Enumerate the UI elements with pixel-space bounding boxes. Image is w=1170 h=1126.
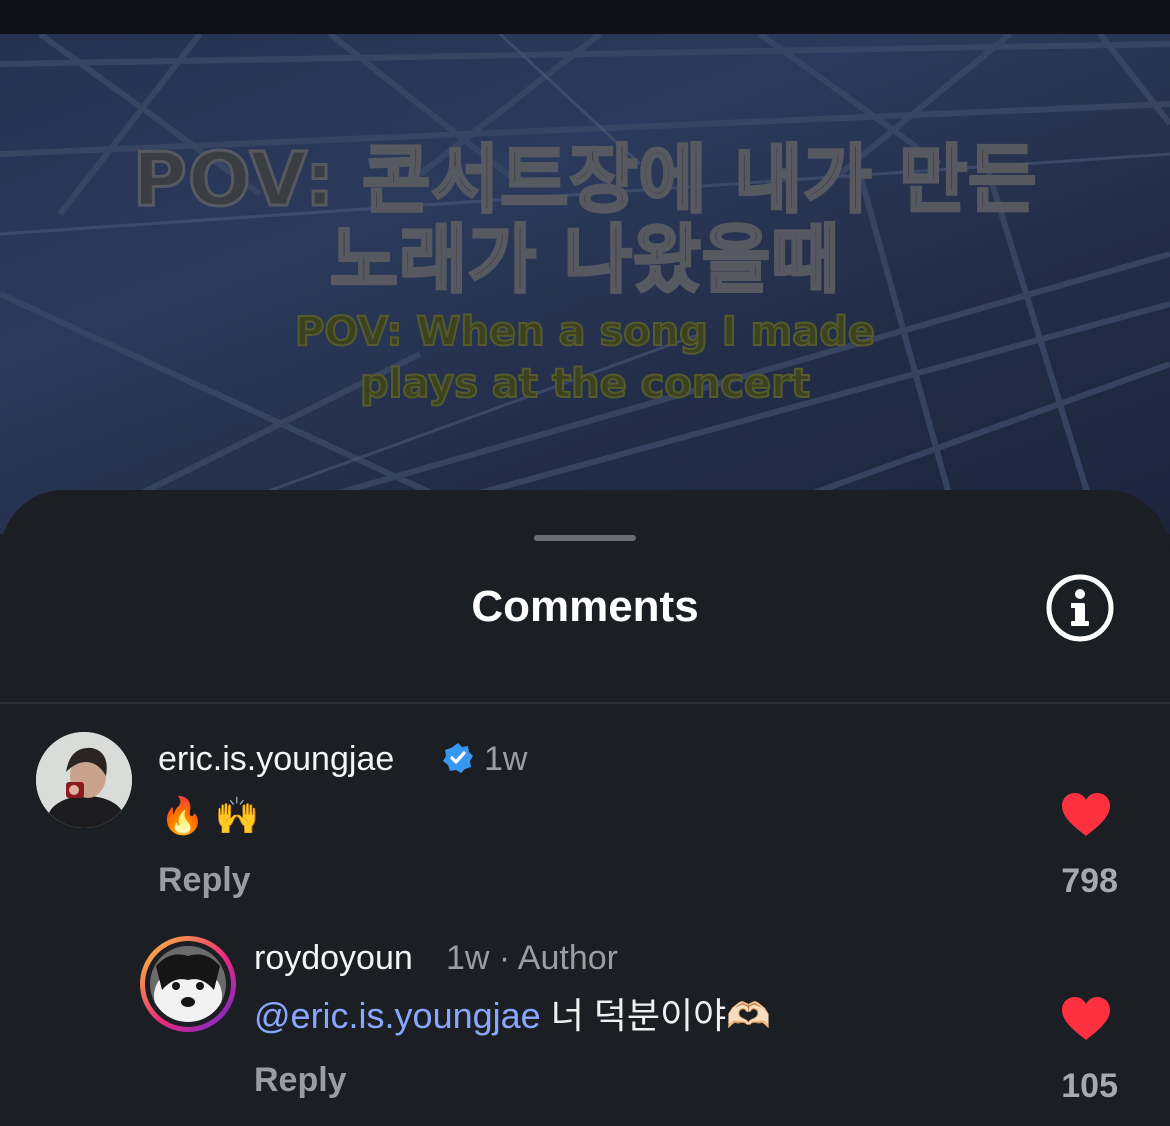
avatar <box>150 946 226 1022</box>
mention-link[interactable]: @eric.is.youngjae <box>254 995 541 1036</box>
heart-icon[interactable] <box>1060 996 1112 1042</box>
video-preview[interactable]: POV: 콘서트장에 내가 만든 노래가 나왔을때 POV: When a so… <box>0 34 1170 534</box>
sheet-title: Comments <box>471 582 699 631</box>
avatar[interactable] <box>36 732 132 828</box>
reply-button[interactable]: Reply <box>158 860 251 900</box>
info-icon[interactable] <box>1046 574 1114 642</box>
status-bar <box>0 0 1170 34</box>
reply-username[interactable]: roydoyoun <box>254 938 413 978</box>
heart-icon[interactable] <box>1060 792 1112 838</box>
header-divider <box>0 702 1170 704</box>
comment-username[interactable]: eric.is.youngjae <box>158 739 394 779</box>
comment-time: 1w <box>484 740 528 778</box>
reply-text: @eric.is.youngjae 너 덕분이야🫶🏻 <box>254 994 771 1038</box>
comment-text: 🔥 🙌 <box>160 795 260 836</box>
reply-text-body: 너 덕분이야🫶🏻 <box>540 995 772 1036</box>
like-count: 105 <box>1061 1067 1118 1105</box>
reply-meta: 1w · Author <box>446 939 618 977</box>
english-caption-line-1: POV: When a song I made <box>294 308 876 356</box>
avatar-story-ring[interactable] <box>140 936 236 1032</box>
english-caption-line-2: plays at the concert <box>359 360 811 408</box>
reply-button[interactable]: Reply <box>254 1060 347 1100</box>
korean-caption-line-1: POV: 콘서트장에 내가 만든 <box>131 137 1038 223</box>
comments-sheet: Comments eric.is.youngjae 1w 🔥 🙌 Reply 7… <box>0 490 1170 1126</box>
like-count: 798 <box>1061 862 1118 900</box>
korean-caption-line-2: 노래가 나왔을때 <box>328 217 841 303</box>
verified-badge-icon <box>442 742 474 774</box>
sheet-drag-handle[interactable] <box>534 535 636 541</box>
